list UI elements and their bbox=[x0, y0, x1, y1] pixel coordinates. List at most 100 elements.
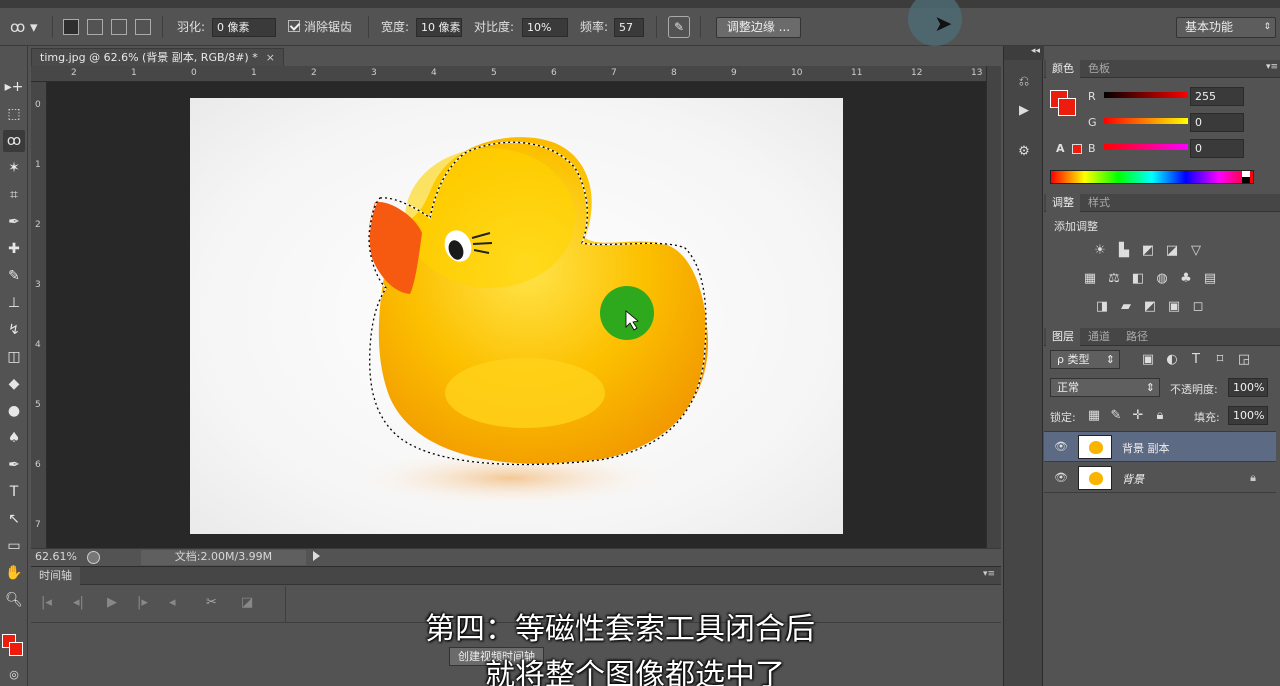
magic-wand-tool-icon[interactable]: ✶ bbox=[3, 157, 25, 179]
black-white-ramp[interactable] bbox=[1242, 171, 1250, 183]
eye-icon[interactable]: 👁︎ bbox=[1054, 471, 1068, 484]
layer-name[interactable]: 背景 bbox=[1122, 471, 1144, 487]
b-input[interactable]: 0 bbox=[1190, 139, 1244, 158]
blur-tool-icon[interactable]: ● bbox=[3, 400, 25, 422]
r-slider[interactable] bbox=[1104, 92, 1188, 98]
actions-icon[interactable]: ▶ bbox=[1014, 101, 1034, 121]
lock-transparent-icon[interactable]: ▦ bbox=[1086, 409, 1102, 423]
crop-tool-icon[interactable]: ⌗ bbox=[3, 184, 25, 206]
filter-shape-icon[interactable]: ⌑ bbox=[1212, 353, 1228, 367]
selective-color-icon[interactable]: ◻ bbox=[1190, 300, 1206, 314]
healing-brush-tool-icon[interactable]: ✚ bbox=[3, 238, 25, 260]
panel-menu-icon[interactable]: ▾≡ bbox=[1266, 62, 1278, 72]
antialias-checkbox[interactable]: 消除锯齿 bbox=[288, 17, 352, 37]
lock-pixels-icon[interactable]: ✎ bbox=[1108, 409, 1124, 423]
history-icon[interactable]: ⎌ bbox=[1014, 72, 1034, 92]
new-selection-icon[interactable] bbox=[63, 19, 79, 35]
brush-tool-icon[interactable]: ✎ bbox=[3, 265, 25, 287]
channel-mixer-icon[interactable]: ♣ bbox=[1178, 272, 1194, 286]
document-image[interactable] bbox=[190, 98, 843, 534]
black-white-icon[interactable]: ◧ bbox=[1130, 272, 1146, 286]
eraser-tool-icon[interactable]: ◫ bbox=[3, 346, 25, 368]
hand-tool-icon[interactable]: ✋ bbox=[3, 562, 25, 584]
gamut-color-swatch[interactable] bbox=[1072, 144, 1082, 154]
lasso-tool-icon[interactable]: ꝏ bbox=[3, 130, 25, 152]
fill-input[interactable]: 100% bbox=[1228, 406, 1268, 425]
zoom-level[interactable]: 62.61% bbox=[35, 549, 77, 565]
blend-mode-select[interactable]: 正常 ⇕ bbox=[1050, 378, 1160, 397]
invert-icon[interactable]: ◨ bbox=[1094, 300, 1110, 314]
subtract-selection-icon[interactable] bbox=[111, 19, 127, 35]
type-tool-icon[interactable]: T bbox=[3, 481, 25, 503]
photo-filter-icon[interactable]: ◍ bbox=[1154, 272, 1170, 286]
paint-bucket-tool-icon[interactable]: ◆ bbox=[3, 373, 25, 395]
intersect-selection-icon[interactable] bbox=[135, 19, 151, 35]
tab-paths[interactable]: 路径 bbox=[1120, 328, 1154, 346]
history-brush-tool-icon[interactable]: ↯ bbox=[3, 319, 25, 341]
stamp-tool-icon[interactable]: ⊥ bbox=[3, 292, 25, 314]
curves-icon[interactable]: ◩ bbox=[1140, 244, 1156, 258]
filter-smart-icon[interactable]: ◲ bbox=[1236, 353, 1252, 367]
filter-image-icon[interactable]: ▣ bbox=[1140, 353, 1156, 367]
layer-row[interactable]: 👁︎ 背景 🔒︎ bbox=[1044, 463, 1276, 493]
tab-channels[interactable]: 通道 bbox=[1082, 328, 1116, 346]
b-slider[interactable] bbox=[1104, 144, 1188, 150]
tab-color[interactable]: 颜色 bbox=[1046, 60, 1080, 78]
filter-adjustment-icon[interactable]: ◐ bbox=[1164, 353, 1180, 367]
contrast-input[interactable]: 10% bbox=[522, 18, 568, 37]
marquee-tool-icon[interactable]: ⬚ bbox=[3, 103, 25, 125]
vertical-scrollbar[interactable] bbox=[986, 66, 1001, 548]
threshold-icon[interactable]: ◩ bbox=[1142, 300, 1158, 314]
pen-tool-icon[interactable]: ✒ bbox=[3, 454, 25, 476]
lock-all-icon[interactable]: 🔒︎ bbox=[1152, 409, 1168, 423]
status-menu-arrow-icon[interactable] bbox=[313, 551, 320, 561]
timeline-title[interactable]: 时间轴 bbox=[31, 567, 80, 585]
color-panel-tabs: 颜色 色板 ▾≡ bbox=[1044, 60, 1280, 78]
eyedropper-tool-icon[interactable]: ✒ bbox=[3, 211, 25, 233]
document-tab[interactable]: timg.jpg @ 62.6% (背景 副本, RGB/8#) * × bbox=[31, 48, 284, 66]
color-lookup-icon[interactable]: ▤ bbox=[1202, 272, 1218, 286]
vibrance-icon[interactable]: ▽ bbox=[1188, 244, 1204, 258]
background-color-swatch[interactable] bbox=[1058, 98, 1076, 116]
eye-icon[interactable]: 👁︎ bbox=[1054, 440, 1068, 453]
path-selection-tool-icon[interactable]: ↖ bbox=[3, 508, 25, 530]
color-spectrum-bar[interactable] bbox=[1050, 170, 1254, 184]
filter-type-icon[interactable]: T bbox=[1188, 353, 1204, 367]
hue-saturation-icon[interactable]: ▦ bbox=[1082, 272, 1098, 286]
exposure-icon[interactable]: ◪ bbox=[1164, 244, 1180, 258]
collapse-icon[interactable]: ◂◂ bbox=[1031, 46, 1040, 56]
lock-position-icon[interactable]: ✛ bbox=[1130, 409, 1146, 423]
brightness-icon[interactable]: ☀ bbox=[1092, 244, 1108, 258]
frequency-input[interactable]: 57 bbox=[614, 18, 644, 37]
opacity-input[interactable]: 100% bbox=[1228, 378, 1268, 397]
close-icon[interactable]: × bbox=[266, 51, 275, 64]
add-selection-icon[interactable] bbox=[87, 19, 103, 35]
g-input[interactable]: 0 bbox=[1190, 113, 1244, 132]
g-slider[interactable] bbox=[1104, 118, 1188, 124]
properties-icon[interactable]: ⚙ bbox=[1014, 142, 1034, 162]
move-tool-icon[interactable]: ▸+ bbox=[3, 76, 25, 98]
layer-name[interactable]: 背景 副本 bbox=[1122, 440, 1170, 456]
gradient-map-icon[interactable]: ▣ bbox=[1166, 300, 1182, 314]
magnetic-lasso-tool-icon[interactable]: ꝏ ▾ bbox=[10, 17, 38, 37]
pen-pressure-icon[interactable]: ✎ bbox=[668, 16, 690, 38]
share-icon[interactable] bbox=[87, 551, 100, 564]
tab-styles[interactable]: 样式 bbox=[1082, 194, 1116, 212]
width-input[interactable]: 10 像素 bbox=[416, 18, 462, 37]
refine-edge-button[interactable]: 调整边缘 ... bbox=[716, 17, 801, 38]
feather-input[interactable]: 0 像素 bbox=[212, 18, 276, 37]
panel-menu-icon[interactable]: ▾≡ bbox=[983, 569, 995, 579]
color-balance-icon[interactable]: ⚖ bbox=[1106, 272, 1122, 286]
workspace-select[interactable]: 基本功能 ⇕ bbox=[1176, 17, 1276, 38]
r-input[interactable]: 255 bbox=[1190, 87, 1244, 106]
tab-adjustments[interactable]: 调整 bbox=[1046, 194, 1080, 212]
ruler-tick-label: 2 bbox=[311, 68, 317, 78]
tab-swatches[interactable]: 色板 bbox=[1082, 60, 1116, 78]
levels-icon[interactable]: ▙ bbox=[1116, 244, 1132, 258]
layer-filter-select[interactable]: ρ 类型 ⇕ bbox=[1050, 350, 1120, 369]
rectangle-tool-icon[interactable]: ▭ bbox=[3, 535, 25, 557]
layer-row[interactable]: 👁︎ 背景 副本 bbox=[1044, 432, 1276, 462]
tab-layers[interactable]: 图层 bbox=[1046, 328, 1080, 346]
dodge-tool-icon[interactable]: ♠ bbox=[3, 427, 25, 449]
posterize-icon[interactable]: ▰ bbox=[1118, 300, 1134, 314]
